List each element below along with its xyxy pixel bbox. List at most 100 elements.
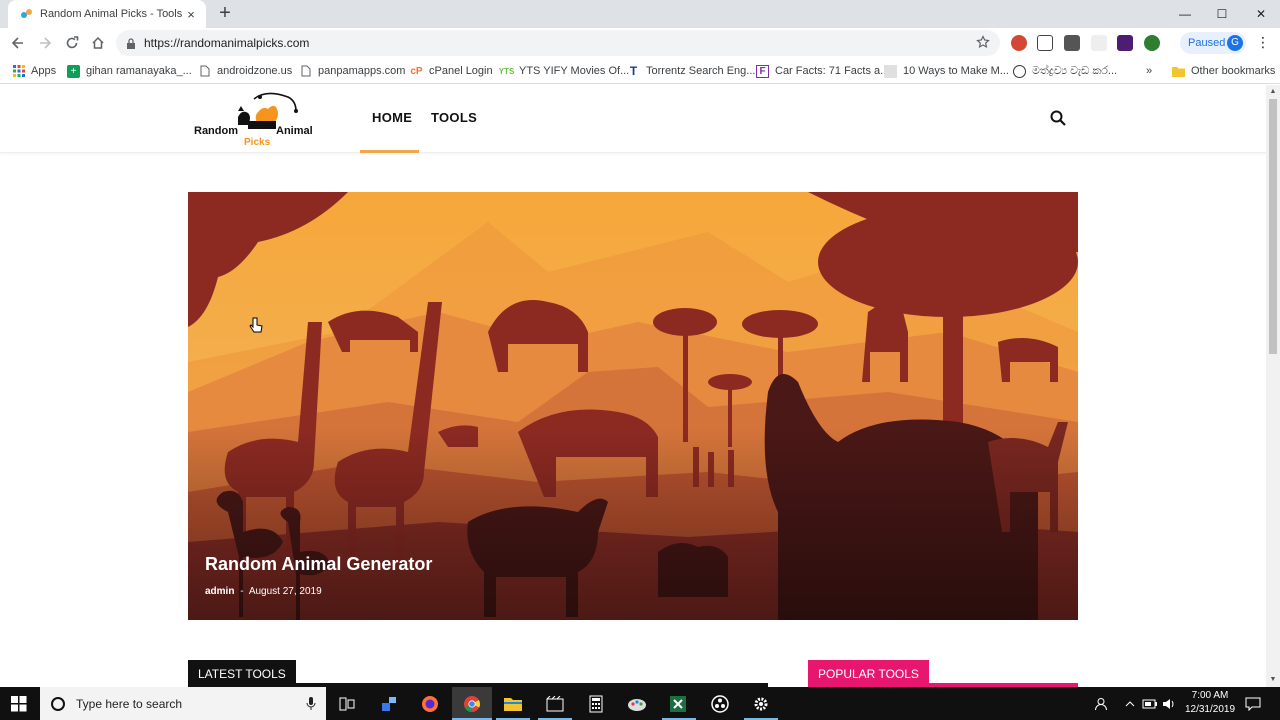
bookmark-apps[interactable]: Apps <box>12 62 56 80</box>
bookmark-star-icon[interactable] <box>976 35 990 49</box>
page-icon <box>198 65 211 78</box>
taskbar-search-placeholder: Type here to search <box>76 696 183 711</box>
browser-toolbar: https://randomanimalpicks.com Paused G ⋮ <box>0 28 1280 58</box>
settings-gear-icon[interactable] <box>748 691 774 717</box>
profile-status: Paused <box>1188 37 1226 49</box>
bookmark-yts[interactable]: YTS YTS YIFY Movies Of... <box>498 62 630 80</box>
extension-3-icon[interactable] <box>1064 35 1080 51</box>
taskbar-search-box[interactable]: Type here to search <box>40 687 326 720</box>
new-tab-button[interactable]: + <box>214 3 236 25</box>
nav-tools[interactable]: TOOLS <box>431 110 477 125</box>
sheets-icon: + <box>67 64 80 78</box>
start-button[interactable] <box>6 691 32 717</box>
tab-strip: Random Animal Picks - Tools to Generate … <box>0 0 1280 28</box>
close-window-button[interactable]: ✕ <box>1242 0 1280 28</box>
people-icon[interactable] <box>1088 691 1114 717</box>
bookmark-torrentz[interactable]: T Torrentz Search Eng... <box>627 62 756 80</box>
home-button[interactable] <box>87 32 109 54</box>
system-clock[interactable]: 7:00 AM 12/31/2019 <box>1180 689 1240 717</box>
paint-app-icon[interactable] <box>624 691 650 717</box>
obs-icon[interactable] <box>707 691 733 717</box>
volume-icon[interactable] <box>1156 691 1182 717</box>
clock-date: 12/31/2019 <box>1184 704 1236 715</box>
forward-arrow-icon <box>40 37 52 49</box>
bookmark-carfacts[interactable]: F Car Facts: 71 Facts a... <box>756 62 889 80</box>
extension-5-icon[interactable] <box>1117 35 1133 51</box>
bookmark-label: Torrentz Search Eng... <box>646 65 756 77</box>
maximize-button[interactable]: ☐ <box>1203 0 1241 28</box>
site-header: Random Animal Picks HOME TOOLS <box>0 85 1266 153</box>
browser-menu-button[interactable]: ⋮ <box>1256 34 1270 52</box>
home-icon <box>92 36 104 49</box>
post-author[interactable]: admin <box>205 586 234 597</box>
file-explorer-icon[interactable] <box>500 691 526 717</box>
address-bar[interactable]: https://randomanimalpicks.com <box>116 30 1000 56</box>
clock-time: 7:00 AM <box>1191 690 1229 701</box>
bookmark-cpanel[interactable]: cP cPanel Login <box>410 62 492 80</box>
scroll-up-icon[interactable]: ▲ <box>1266 85 1280 99</box>
notifications-icon[interactable] <box>1240 691 1266 717</box>
bookmark-10ways[interactable]: 10 Ways to Make M... <box>884 62 1009 80</box>
featured-post-title[interactable]: Random Animal Generator <box>205 554 432 575</box>
tab-title: Random Animal Picks - Tools to Generate … <box>40 8 184 20</box>
avatar: G <box>1227 35 1243 51</box>
extension-2-icon[interactable] <box>1037 35 1053 51</box>
excel-icon[interactable] <box>665 691 691 717</box>
bookmark-sinhala[interactable]: මත්ද්‍රව්‍ය වැඩ කර... <box>1013 62 1117 80</box>
chrome-icon[interactable] <box>459 691 485 717</box>
extension-1-icon[interactable] <box>1011 35 1027 51</box>
featured-post[interactable]: Random Animal Generator admin - August 2… <box>188 192 1078 620</box>
site-logo[interactable]: Random Animal Picks <box>192 89 322 151</box>
yts-icon: YTS <box>498 66 515 76</box>
image-icon <box>884 64 897 78</box>
browser-tab-active[interactable]: Random Animal Picks - Tools to Generate … <box>8 0 206 28</box>
forward-button[interactable] <box>34 32 56 54</box>
cortana-icon <box>51 696 65 711</box>
bookmarks-bar: Apps + gihan ramanayaka_... androidzone.… <box>0 58 1280 84</box>
scroll-down-icon[interactable]: ▼ <box>1266 673 1280 687</box>
firefox-icon[interactable] <box>417 691 443 717</box>
page-icon <box>299 65 312 78</box>
profile-button[interactable]: Paused G <box>1180 32 1246 54</box>
extension-6-icon[interactable] <box>1144 35 1160 51</box>
bookmark-gihan[interactable]: + gihan ramanayaka_... <box>67 62 192 80</box>
bookmark-label: panpamapps.com <box>318 65 406 77</box>
bookmarks-overflow-button[interactable]: » <box>1146 62 1152 80</box>
web-page: Random Animal Picks HOME TOOLS Random An… <box>0 85 1266 687</box>
bookmark-label: » <box>1146 65 1153 77</box>
windows-taskbar: Type here to search 7:00 AM 12/31/2019 <box>0 687 1280 720</box>
back-arrow-icon <box>11 37 23 49</box>
bookmark-label: gihan ramanayaka_... <box>86 65 192 77</box>
minimize-button[interactable]: — <box>1166 0 1204 28</box>
logo-animals-icon <box>238 92 298 129</box>
bookmark-label: androidzone.us <box>217 65 293 77</box>
bookmark-label: මත්ද්‍රව්‍ය වැඩ කර... <box>1032 64 1118 77</box>
network-app-icon[interactable] <box>376 691 402 717</box>
extension-4-icon[interactable] <box>1091 35 1107 51</box>
nav-home[interactable]: HOME <box>372 110 412 125</box>
f-icon: F <box>756 64 769 78</box>
back-button[interactable] <box>7 32 29 54</box>
page-scrollbar[interactable]: ▲ ▼ <box>1266 85 1280 687</box>
bookmark-androidzone[interactable]: androidzone.us <box>198 62 292 80</box>
site-favicon-icon <box>18 6 34 22</box>
url-text: https://randomanimalpicks.com <box>144 36 310 50</box>
calculator-icon[interactable] <box>583 691 609 717</box>
bookmark-panpamapps[interactable]: panpamapps.com <box>299 62 405 80</box>
cpanel-icon: cP <box>410 65 423 77</box>
globe-icon <box>1013 64 1026 78</box>
torrentz-icon: T <box>629 64 638 78</box>
scrollbar-thumb[interactable] <box>1269 99 1277 354</box>
folder-icon <box>1172 65 1185 78</box>
search-icon[interactable] <box>1049 109 1067 127</box>
bookmark-other[interactable]: Other bookmarks <box>1172 62 1275 80</box>
bookmark-label: Other bookmarks <box>1191 65 1276 77</box>
tab-close-icon[interactable]: × <box>184 7 198 22</box>
hand-cursor-icon <box>249 317 263 333</box>
reload-button[interactable] <box>61 32 83 54</box>
logo-word-animal: Animal <box>276 125 313 137</box>
meta-separator: - <box>240 586 244 597</box>
video-editor-icon[interactable] <box>542 691 568 717</box>
task-view-icon[interactable] <box>334 691 360 717</box>
reload-icon <box>66 36 79 49</box>
